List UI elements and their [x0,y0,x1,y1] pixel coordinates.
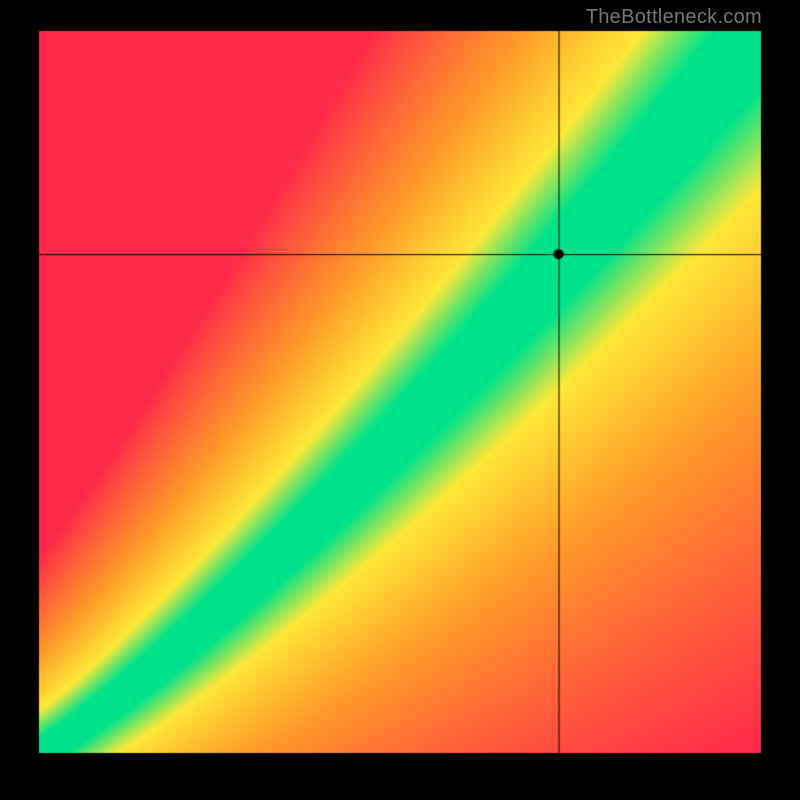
heatmap-canvas [38,30,762,754]
chart-container: TheBottleneck.com [0,0,800,800]
heatmap-plot [38,30,762,754]
watermark-text: TheBottleneck.com [586,6,762,29]
